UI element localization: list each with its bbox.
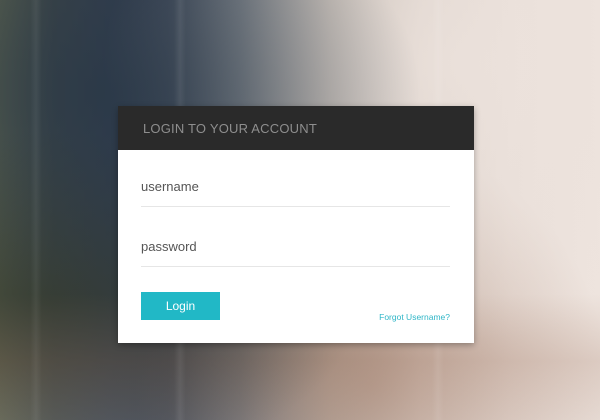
login-header: LOGIN TO YOUR ACCOUNT <box>118 106 474 150</box>
login-form: Login Forgot Username? <box>118 150 474 343</box>
username-input[interactable] <box>141 167 450 206</box>
password-input[interactable] <box>141 227 450 266</box>
forgot-username-link[interactable]: Forgot Username? <box>379 312 450 322</box>
login-title: LOGIN TO YOUR ACCOUNT <box>143 120 317 136</box>
login-panel: LOGIN TO YOUR ACCOUNT Login Forgot Usern… <box>118 106 474 343</box>
login-button[interactable]: Login <box>141 292 220 320</box>
username-field-wrapper <box>141 167 450 207</box>
password-field-wrapper <box>141 227 450 267</box>
